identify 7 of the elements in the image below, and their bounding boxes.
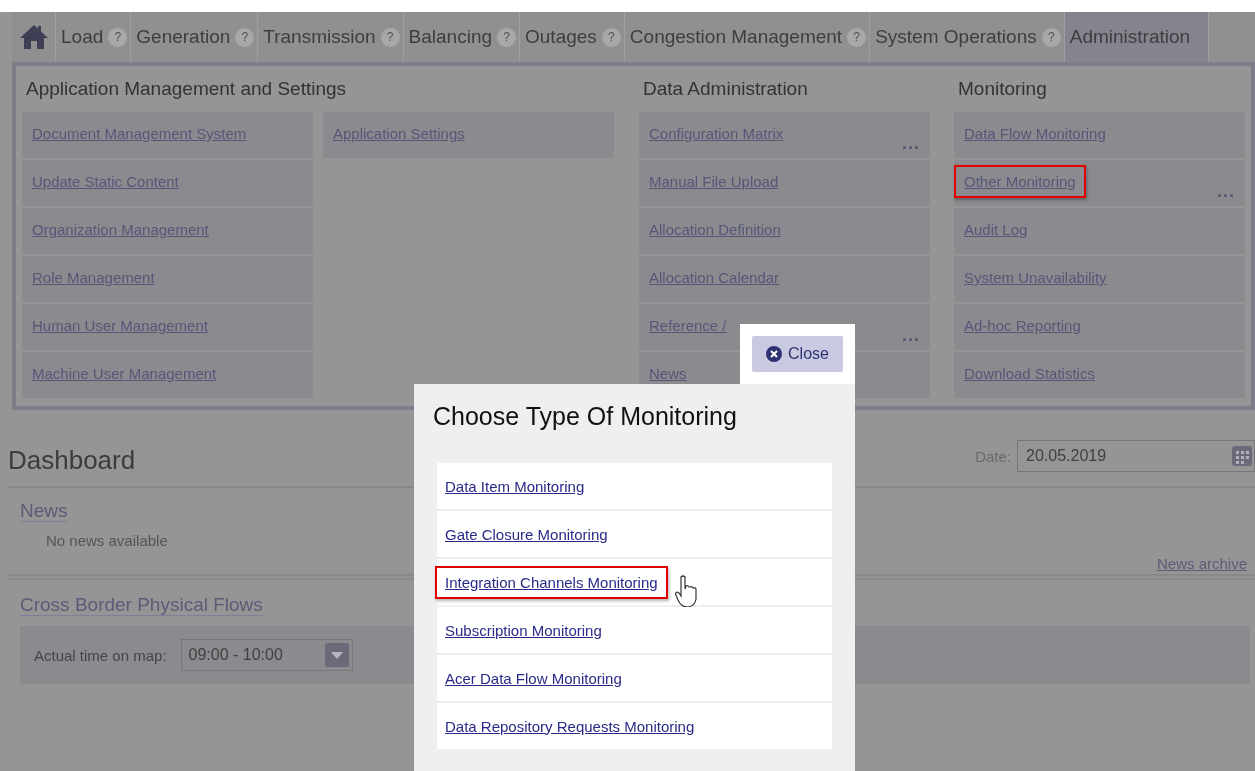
column-heading: Data Administration [642, 77, 809, 101]
column-heading: Application Management and Settings [25, 77, 348, 101]
column-heading: Monitoring [957, 77, 1048, 101]
empty-message: No news available [46, 532, 168, 549]
dialog-title: Choose Type Of Monitoring [433, 402, 738, 432]
time-label: Actual time on map: [34, 646, 167, 664]
page-title: Dashboard [8, 445, 136, 476]
